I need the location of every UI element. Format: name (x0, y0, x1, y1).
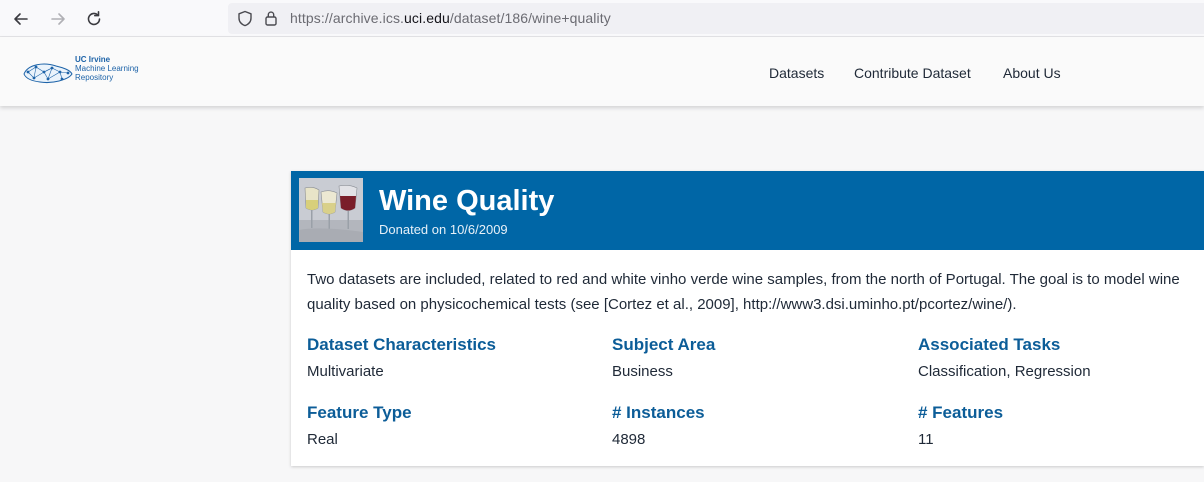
forward-arrow-icon (51, 13, 65, 25)
nav-datasets[interactable]: Datasets (769, 65, 824, 81)
logo-line-1: UC Irvine (75, 55, 111, 64)
back-arrow-icon (14, 13, 28, 25)
dataset-banner: Wine Quality Donated on 10/6/2009 (291, 171, 1204, 250)
lock-icon[interactable] (264, 10, 278, 26)
attr-value-subject-area: Business (612, 363, 673, 380)
back-button[interactable] (8, 6, 34, 32)
dataset-title: Wine Quality (379, 185, 555, 217)
url-domain: uci.edu (404, 10, 450, 26)
attr-label-dataset-characteristics: Dataset Characteristics (307, 335, 496, 354)
logo-network-icon (23, 63, 73, 83)
logo-line-3: Repository (75, 73, 114, 82)
address-bar[interactable]: https://archive.ics.uci.edu/dataset/186/… (228, 3, 1204, 34)
site-header: UC Irvine Machine Learning Repository Da… (0, 37, 1204, 106)
logo-text: UC Irvine Machine Learning Repository (75, 55, 139, 82)
attr-value-features: 11 (918, 431, 934, 448)
forward-button[interactable] (45, 6, 71, 32)
nav-about-us[interactable]: About Us (1003, 65, 1061, 81)
shield-icon[interactable] (237, 10, 253, 27)
attr-label-instances: # Instances (612, 403, 705, 422)
donated-date: Donated on 10/6/2009 (379, 222, 508, 237)
attr-label-subject-area: Subject Area (612, 335, 716, 354)
nav-contribute-dataset[interactable]: Contribute Dataset (854, 65, 971, 81)
attr-label-features: # Features (918, 403, 1004, 422)
browser-toolbar: https://archive.ics.uci.edu/dataset/186/… (0, 0, 1204, 37)
logo-line-2: Machine Learning (75, 64, 139, 73)
url-text[interactable]: https://archive.ics.uci.edu/dataset/186/… (290, 10, 611, 26)
dataset-thumbnail (299, 178, 363, 242)
url-prefix: https://archive.ics. (290, 10, 405, 26)
attr-value-instances: 4898 (612, 431, 646, 448)
attr-label-feature-type: Feature Type (307, 403, 412, 422)
attr-value-associated-tasks: Classification, Regression (918, 363, 1091, 380)
uci-logo[interactable]: UC Irvine Machine Learning Repository (22, 54, 147, 88)
dataset-card: Wine Quality Donated on 10/6/2009 Two da… (291, 171, 1204, 466)
attr-label-associated-tasks: Associated Tasks (918, 335, 1061, 354)
dataset-description: Two datasets are included, related to re… (307, 271, 1180, 313)
attr-value-dataset-characteristics: Multivariate (307, 363, 384, 380)
reload-button[interactable] (81, 6, 107, 32)
reload-icon (87, 11, 101, 26)
url-path: /dataset/186/wine+quality (449, 10, 611, 26)
attr-value-feature-type: Real (307, 431, 338, 448)
